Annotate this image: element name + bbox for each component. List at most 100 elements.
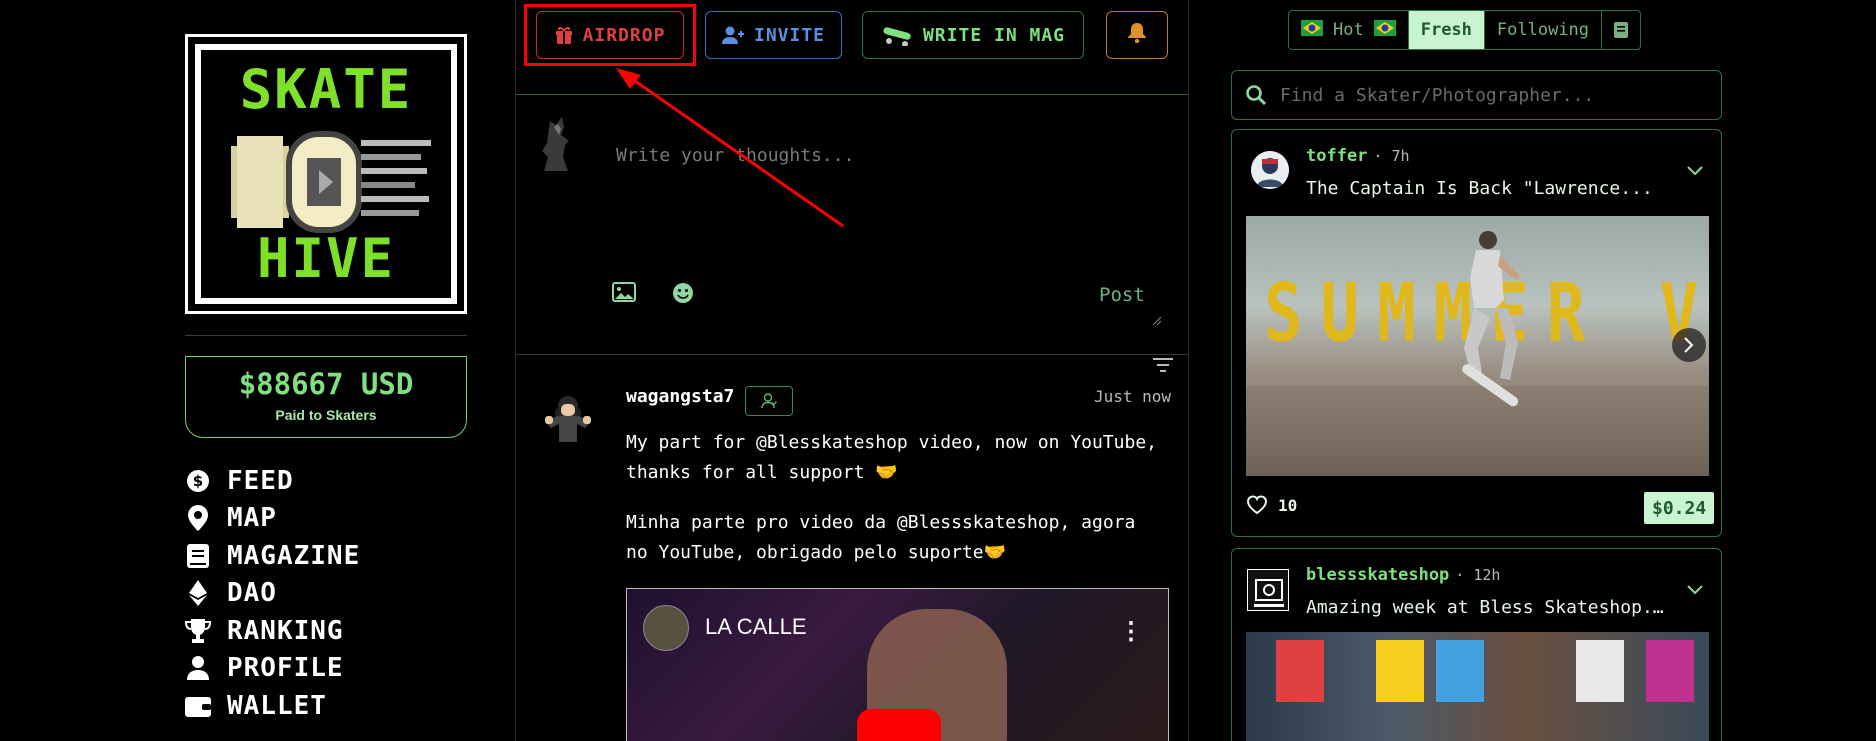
- follow-button[interactable]: [745, 386, 793, 416]
- tab-hot[interactable]: Hot: [1289, 11, 1409, 49]
- sidebar-item-label: DAO: [227, 578, 277, 609]
- shop-poster: [1376, 640, 1424, 702]
- user-avatar[interactable]: [532, 115, 582, 175]
- user-icon: [185, 655, 211, 681]
- post-button[interactable]: Post: [1099, 284, 1145, 306]
- user-follow-icon: [761, 393, 777, 409]
- sidebar-item-label: WALLET: [227, 690, 327, 721]
- post-text-english: My part for @Blesskateshop video, now on…: [626, 432, 1158, 483]
- sidebar-item-label: RANKING: [227, 615, 344, 646]
- write-in-mag-button[interactable]: WRITE IN MAG: [862, 11, 1084, 59]
- post-card[interactable]: toffer · 7h The Captain Is Back "Lawrence…: [1231, 129, 1722, 537]
- youtube-play-icon[interactable]: [857, 709, 941, 741]
- filter-icon[interactable]: [1153, 358, 1173, 374]
- sidebar-item-feed[interactable]: $ FEED: [185, 462, 467, 500]
- chevron-down-icon[interactable]: [1687, 166, 1703, 176]
- like-button[interactable]: 10: [1246, 495, 1297, 515]
- card-author-avatar[interactable]: [1251, 151, 1289, 189]
- tab-fresh[interactable]: Fresh: [1408, 11, 1485, 49]
- wallet-icon: [185, 693, 211, 719]
- chevron-right-icon: [1684, 337, 1694, 353]
- invite-button[interactable]: INVITE: [705, 11, 842, 59]
- sidebar-item-ranking[interactable]: RANKING: [185, 612, 467, 650]
- sidebar-item-magazine[interactable]: MAGAZINE: [185, 537, 467, 575]
- shop-poster: [1436, 640, 1484, 702]
- channel-avatar[interactable]: [643, 605, 689, 651]
- sidebar-divider: [185, 335, 467, 336]
- write-in-mag-label: WRITE IN MAG: [922, 24, 1066, 46]
- book-icon: [185, 543, 211, 569]
- heart-icon: [1246, 495, 1268, 515]
- image-upload-icon[interactable]: [612, 282, 636, 302]
- brazil-flag-icon: [1373, 19, 1396, 41]
- post-body: My part for @Blesskateshop video, now on…: [626, 428, 1166, 588]
- ethereum-icon: [185, 580, 211, 607]
- chevron-down-icon[interactable]: [1687, 585, 1703, 595]
- card-image[interactable]: SUMMER VIBES: [1246, 216, 1709, 476]
- sidebar-item-map[interactable]: MAP: [185, 500, 467, 538]
- more-options-icon[interactable]: ⋮: [1119, 617, 1143, 645]
- next-image-button[interactable]: [1672, 328, 1706, 362]
- card-author[interactable]: blessskateshop · 12h: [1306, 565, 1500, 585]
- post-composer: Write your thoughts...: [516, 95, 1188, 355]
- bell-icon: [1128, 22, 1146, 48]
- tab-magazine[interactable]: [1602, 11, 1640, 49]
- airdrop-button-label: AIRDROP: [582, 24, 666, 46]
- feed-sort-tabs: Hot Fresh Following: [1288, 10, 1642, 50]
- card-time: · 12h: [1455, 566, 1501, 584]
- search-input[interactable]: [1280, 84, 1700, 106]
- youtube-embed[interactable]: LA CALLE ⋮: [626, 588, 1169, 741]
- logo-word-bottom: HIVE: [256, 227, 396, 290]
- search-icon: [1246, 85, 1266, 105]
- tab-following-label: Following: [1496, 20, 1590, 40]
- map-pin-icon: [185, 505, 211, 532]
- left-sidebar: SKATE HIVE $88667 USD Paid to Skaters $ …: [185, 34, 467, 725]
- notifications-button[interactable]: [1106, 11, 1168, 59]
- invite-button-label: INVITE: [753, 24, 826, 46]
- payout-badge[interactable]: $0.24: [1644, 492, 1715, 524]
- dollar-coin-icon: $: [185, 468, 211, 494]
- skatehive-logo[interactable]: SKATE HIVE: [185, 34, 467, 314]
- card-time: · 7h: [1373, 147, 1410, 165]
- main-feed-column: AIRDROP INVITE WRITE IN MAG Write your t…: [515, 0, 1189, 741]
- sidebar-item-label: MAP: [227, 503, 277, 534]
- user-plus-icon: [721, 26, 744, 44]
- thoughts-input[interactable]: Write your thoughts...: [616, 145, 1156, 285]
- logo-word-top: SKATE: [239, 58, 413, 121]
- sidebar-item-profile[interactable]: PROFILE: [185, 650, 467, 688]
- card-image[interactable]: [1246, 632, 1709, 741]
- card-author-name[interactable]: toffer: [1306, 146, 1367, 166]
- card-author-name[interactable]: blessskateshop: [1306, 565, 1449, 585]
- shop-poster: [1646, 640, 1694, 702]
- sidebar-item-dao[interactable]: DAO: [185, 575, 467, 613]
- video-title[interactable]: LA CALLE: [705, 614, 807, 640]
- tab-hot-label: Hot: [1333, 20, 1364, 40]
- resize-grip-icon[interactable]: [1151, 315, 1161, 325]
- paid-to-skaters-box: $88667 USD Paid to Skaters: [185, 356, 467, 438]
- card-title[interactable]: The Captain Is Back "Lawrence...: [1306, 178, 1666, 199]
- trophy-icon: [185, 618, 211, 644]
- paid-amount: $88667 USD: [238, 367, 414, 401]
- airdrop-button[interactable]: AIRDROP: [536, 11, 684, 59]
- sidebar-item-wallet[interactable]: WALLET: [185, 687, 467, 725]
- sidebar-item-label: MAGAZINE: [227, 540, 361, 571]
- card-author-avatar[interactable]: [1247, 569, 1289, 611]
- paid-label: Paid to Skaters: [275, 407, 377, 423]
- tab-following[interactable]: Following: [1485, 11, 1603, 49]
- book-icon: [1614, 22, 1629, 38]
- post-author-name[interactable]: wagangsta7: [626, 386, 734, 407]
- post-text-portuguese: Minha parte pro video da @Blessskateshop…: [626, 512, 1136, 563]
- svg-text:$: $: [193, 472, 203, 490]
- card-author[interactable]: toffer · 7h: [1306, 146, 1410, 166]
- like-count: 10: [1278, 495, 1298, 515]
- post-timestamp: Just now: [1094, 387, 1172, 406]
- post-author-avatar[interactable]: [541, 392, 595, 446]
- emoji-icon[interactable]: [672, 282, 694, 304]
- skater-search[interactable]: [1231, 70, 1722, 120]
- post-card[interactable]: blessskateshop · 12h Amazing week at Bles…: [1231, 548, 1722, 741]
- wheel-icon: [231, 131, 431, 233]
- brazil-flag-icon: [1301, 19, 1323, 41]
- card-title[interactable]: Amazing week at Bless Skateshop...: [1306, 597, 1666, 618]
- action-toolbar: AIRDROP INVITE WRITE IN MAG: [516, 0, 1188, 95]
- shop-poster: [1276, 640, 1324, 702]
